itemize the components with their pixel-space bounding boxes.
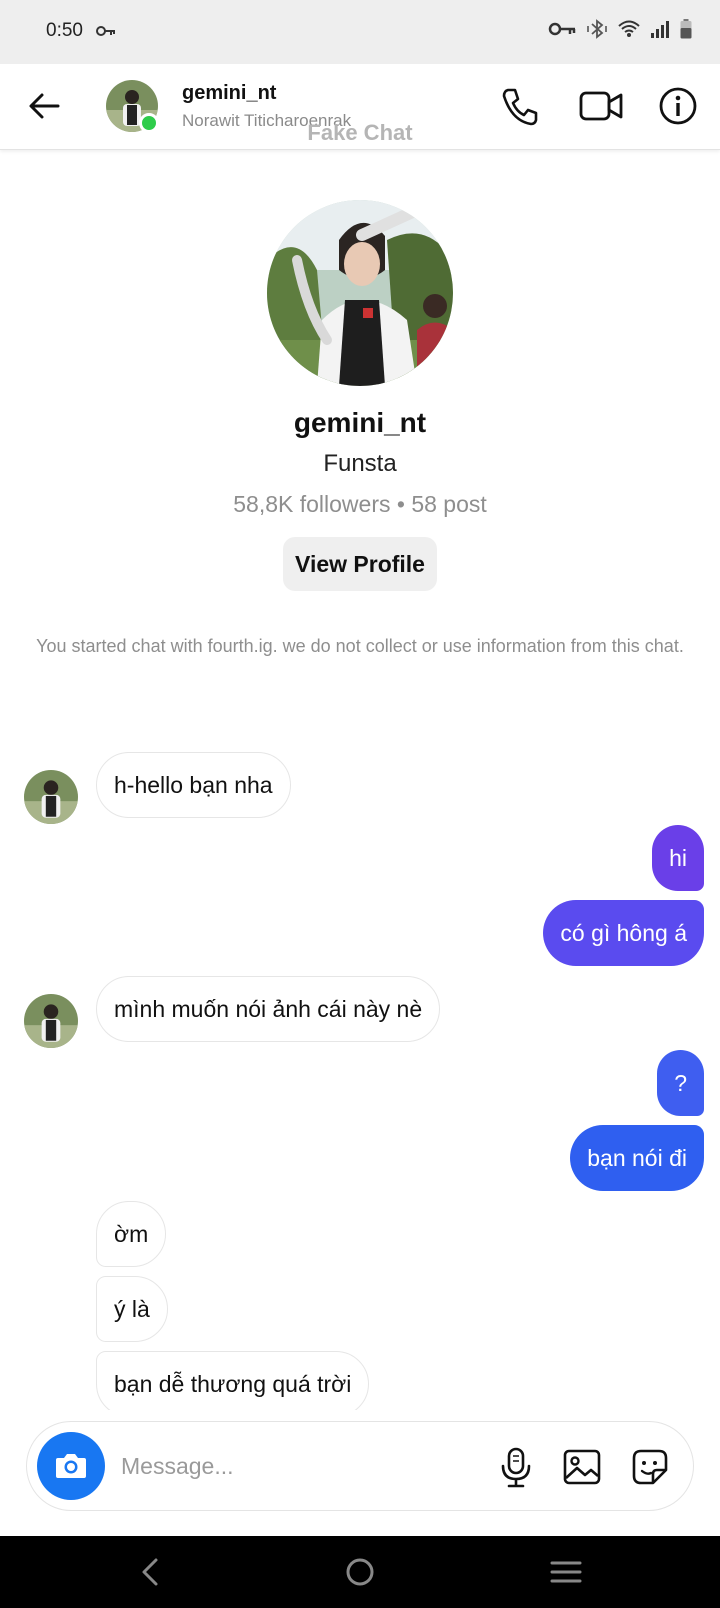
wifi-icon — [618, 20, 640, 37]
status-time: 0:50 — [46, 20, 83, 41]
back-arrow-icon[interactable] — [26, 88, 62, 124]
info-icon[interactable] — [656, 84, 700, 128]
sender-avatar[interactable] — [24, 994, 78, 1048]
nav-back-icon[interactable] — [130, 1554, 170, 1590]
profile-type: Funsta — [323, 450, 397, 477]
message-bubble-incoming[interactable]: mình muốn nói ảnh cái này nè — [96, 976, 441, 1042]
message-bubble-incoming[interactable]: bạn dễ thương quá trời — [96, 1351, 370, 1417]
header-username[interactable]: gemini_nt — [182, 82, 276, 105]
message-bubble-incoming[interactable]: ờm — [96, 1201, 167, 1267]
message-bubble-outgoing[interactable]: hi — [652, 825, 704, 891]
vpn-key-icon — [548, 22, 576, 36]
system-nav-bar — [0, 1536, 720, 1608]
message-bubble-incoming[interactable]: h-hello bạn nha — [96, 752, 291, 818]
profile-stats: 58,8K followers • 58 post — [233, 491, 487, 517]
status-bar: 0:50 — [0, 0, 720, 64]
profile-avatar[interactable] — [267, 200, 453, 386]
profile-username: gemini_nt — [293, 407, 427, 438]
microphone-icon[interactable] — [495, 1446, 537, 1488]
message-bubble-incoming[interactable]: ý là — [96, 1276, 168, 1342]
profile-photo — [267, 200, 453, 386]
nav-home-icon[interactable] — [340, 1554, 380, 1590]
avatar-photo — [24, 994, 78, 1048]
sender-avatar[interactable] — [24, 770, 78, 824]
sticker-icon[interactable] — [629, 1446, 671, 1488]
chat-header: gemini_nt Norawit Titicharoenrak Fake Ch… — [0, 64, 720, 150]
camera-button[interactable] — [37, 1432, 105, 1500]
bluetooth-vibrate-icon — [587, 19, 607, 39]
message-bubble-outgoing[interactable]: ? — [657, 1050, 704, 1116]
view-profile-button[interactable]: View Profile — [283, 537, 437, 591]
camera-icon — [56, 1454, 86, 1478]
signal-icon — [651, 21, 669, 38]
avatar-photo — [24, 770, 78, 824]
message-bubble-outgoing[interactable]: bạn nói đi — [570, 1125, 704, 1191]
status-icons — [548, 18, 692, 40]
image-icon[interactable] — [561, 1446, 603, 1488]
chat-notice: You started chat with fourth.ig. we do n… — [36, 636, 684, 656]
battery-icon — [680, 19, 692, 39]
message-composer — [26, 1421, 694, 1511]
message-input[interactable] — [121, 1444, 451, 1488]
message-bubble-outgoing[interactable]: có gì hông á — [543, 900, 704, 966]
vpn-key-icon — [96, 26, 115, 36]
video-call-icon[interactable] — [578, 84, 624, 128]
nav-recents-icon[interactable] — [546, 1554, 586, 1590]
phone-icon[interactable] — [498, 84, 542, 128]
